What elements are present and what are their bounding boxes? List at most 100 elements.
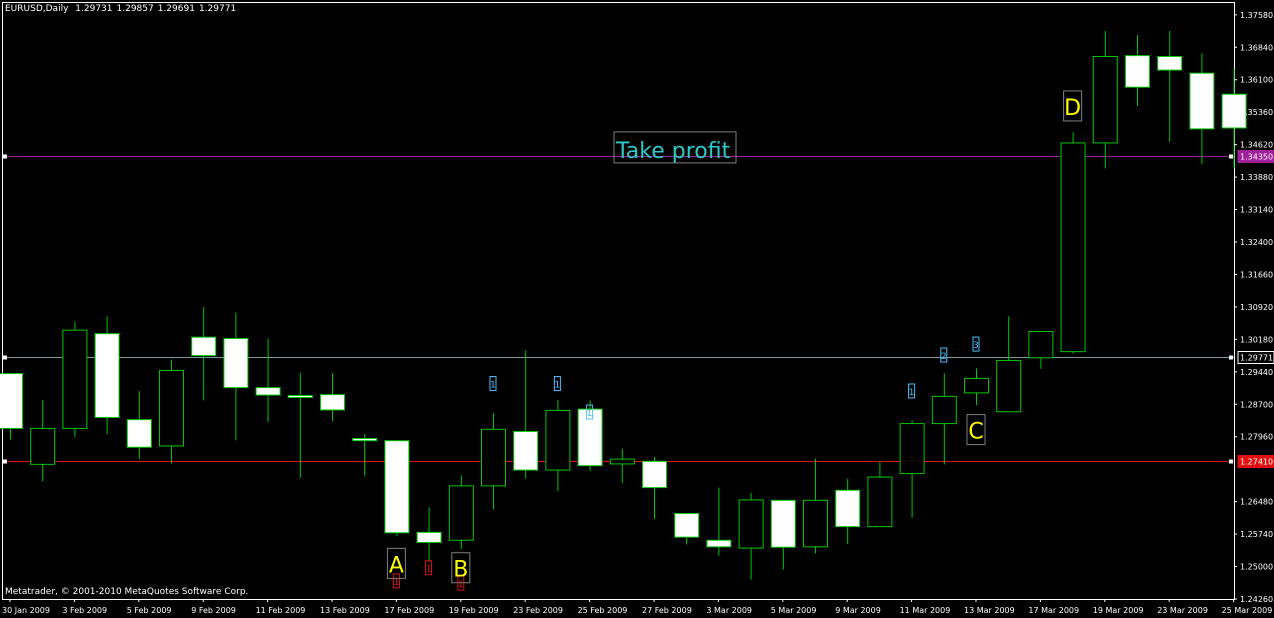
candle xyxy=(1092,31,1118,169)
candle xyxy=(996,316,1022,413)
candle-body xyxy=(545,409,571,471)
candle xyxy=(1125,35,1150,107)
wave-marker-label: 1 xyxy=(555,381,561,391)
candle xyxy=(0,373,23,440)
high-price: 1.29857 xyxy=(116,4,154,14)
candle-body xyxy=(1060,142,1086,353)
x-tick-label: 11 Feb 2009 xyxy=(256,606,306,615)
candle xyxy=(30,399,56,482)
candle-body xyxy=(416,531,442,543)
entry-right-handle xyxy=(1229,459,1233,464)
pattern-label-d: D xyxy=(1064,96,1081,121)
candle xyxy=(481,413,506,510)
candle-body xyxy=(1189,72,1215,130)
pattern-label-b: B xyxy=(453,558,468,583)
wave-marker-label: 1 xyxy=(587,409,593,419)
candle xyxy=(770,499,796,570)
x-tick-label: 27 Feb 2009 xyxy=(642,606,692,615)
candle xyxy=(899,420,925,518)
candle xyxy=(545,399,571,492)
candle-body xyxy=(803,499,828,548)
entry-price-label: 1.27410 xyxy=(1240,458,1273,467)
y-tick-label: 1.27960 xyxy=(1240,433,1273,442)
candle-body xyxy=(1157,56,1183,71)
candle-body xyxy=(223,337,249,389)
x-tick-label: 17 Mar 2009 xyxy=(1028,606,1079,615)
x-tick-label: 17 Feb 2009 xyxy=(384,606,434,615)
candle-body xyxy=(770,499,796,548)
y-tick-label: 1.37580 xyxy=(1240,11,1273,20)
pattern-label-a: A xyxy=(389,553,404,578)
candle xyxy=(964,368,989,406)
x-tick-label: 3 Feb 2009 xyxy=(62,606,107,615)
candle-body xyxy=(835,489,861,528)
candle xyxy=(287,372,313,478)
pattern-label-c: C xyxy=(968,420,983,445)
y-tick-label: 1.34620 xyxy=(1240,141,1273,150)
y-tick-label: 1.32400 xyxy=(1240,238,1273,247)
candle xyxy=(1157,31,1183,143)
candle-body xyxy=(159,370,184,447)
take-profit-price-label: 1.34350 xyxy=(1240,153,1273,162)
x-tick-label: 23 Feb 2009 xyxy=(513,606,563,615)
bid-right-handle xyxy=(1229,355,1233,360)
candle-body xyxy=(1092,56,1118,144)
take-profit-left-handle xyxy=(3,154,7,159)
x-tick-label: 5 Feb 2009 xyxy=(127,606,172,615)
y-tick-label: 1.35360 xyxy=(1240,108,1273,117)
candle xyxy=(384,440,410,536)
candle-body xyxy=(899,423,925,475)
x-tick-label: 13 Feb 2009 xyxy=(320,606,370,615)
x-tick-label: 9 Mar 2009 xyxy=(835,606,881,615)
candle-body xyxy=(255,387,281,396)
open-price: 1.29731 xyxy=(75,4,113,14)
candle-body xyxy=(674,512,700,538)
candle xyxy=(835,478,861,545)
low-price: 1.29691 xyxy=(157,4,195,14)
candle-body xyxy=(320,394,345,411)
y-tick-label: 1.25000 xyxy=(1240,563,1273,572)
candle-body xyxy=(352,437,378,442)
candle-body xyxy=(30,427,56,465)
x-tick-label: 30 Jan 2009 xyxy=(2,606,50,615)
y-tick-label: 1.29440 xyxy=(1240,368,1273,377)
y-tick-label: 1.30920 xyxy=(1240,303,1273,312)
copyright-text: Metatrader, © 2001-2010 MetaQuotes Softw… xyxy=(5,587,249,597)
candle-body xyxy=(62,329,88,429)
wave-marker-label: 2 xyxy=(941,352,947,362)
x-tick-label: 25 Feb 2009 xyxy=(578,606,628,615)
candle xyxy=(1060,132,1086,354)
wave-marker-label: 1 xyxy=(490,381,496,391)
y-tick-label: 1.28700 xyxy=(1240,400,1273,409)
y-tick-label: 1.33880 xyxy=(1240,173,1273,182)
candle-body xyxy=(94,333,120,418)
y-tick-label: 1.36840 xyxy=(1240,43,1273,52)
candle xyxy=(931,373,957,465)
x-tick-label: 23 Mar 2009 xyxy=(1157,606,1208,615)
candlestick-chart[interactable]: 1.297711.343501.27410 11 11 11123A BCDTake … xyxy=(0,0,1274,618)
candle xyxy=(159,359,184,464)
candle-body xyxy=(287,395,313,399)
candle xyxy=(642,456,667,520)
candle-body xyxy=(0,373,23,429)
candle xyxy=(803,458,828,554)
candle xyxy=(706,487,732,556)
candle-body xyxy=(706,539,732,548)
wave-marker-label: 1 xyxy=(909,388,915,398)
take-profit-label: Take profit xyxy=(615,139,731,164)
candle-body xyxy=(126,419,152,448)
wave-marker-label: 1 xyxy=(394,578,400,588)
candle-body xyxy=(996,359,1022,413)
candle xyxy=(223,312,249,441)
candle xyxy=(609,449,635,484)
symbol-info-bar: EURUSD,Daily 1.29731 1.29857 1.29691 1.2977… xyxy=(5,4,240,14)
x-tick-label: 11 Mar 2009 xyxy=(900,606,951,615)
candle-body xyxy=(867,476,893,528)
y-tick-label: 1.24260 xyxy=(1240,595,1273,604)
candle-body xyxy=(513,430,539,471)
candle xyxy=(352,434,378,477)
x-tick-label: 19 Feb 2009 xyxy=(449,606,499,615)
candle xyxy=(62,321,88,438)
candle-body xyxy=(609,458,635,465)
wave-marker-label: 3 xyxy=(973,341,979,351)
